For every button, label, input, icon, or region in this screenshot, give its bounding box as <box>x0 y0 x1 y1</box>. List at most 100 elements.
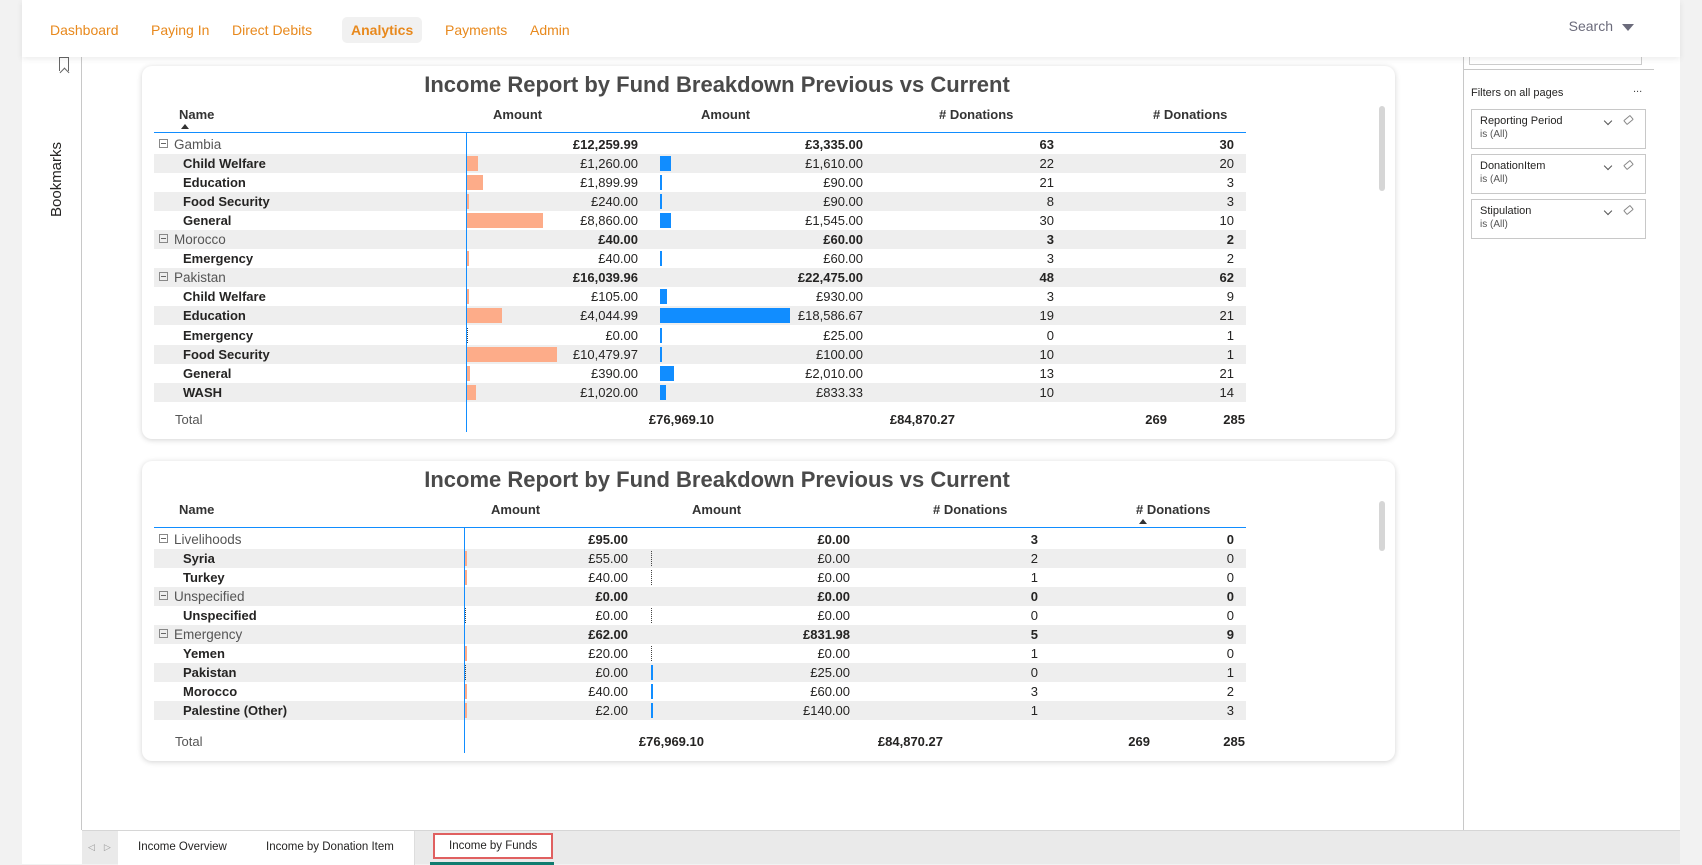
column-header-donations-previous[interactable]: # Donations <box>933 502 1007 517</box>
column-header-donations-current[interactable]: # Donations <box>1136 502 1210 517</box>
table-row[interactable]: Child Welfare £105.00 £930.00 3 9 <box>154 287 1246 307</box>
data-bar-current <box>660 346 662 362</box>
collapse-icon[interactable] <box>159 272 168 282</box>
bookmarks-label[interactable]: Bookmarks <box>48 142 65 217</box>
donations-previous: 3 <box>1046 289 1054 305</box>
filter-search-box[interactable] <box>1469 57 1642 65</box>
nav-dashboard[interactable]: Dashboard <box>41 17 128 43</box>
table-row[interactable]: Education £4,044.99 £18,586.67 19 21 <box>154 306 1246 326</box>
collapse-icon[interactable] <box>159 534 168 543</box>
tab-income-by-donation-item[interactable]: Income by Donation Item <box>246 831 415 865</box>
amount-previous: £8,860.00 <box>580 213 638 229</box>
vertical-scrollbar[interactable] <box>1379 106 1385 191</box>
table-row[interactable]: Unspecified £0.00 £0.00 0 0 <box>154 606 1246 625</box>
group-row[interactable]: Livelihoods £95.00 £0.00 3 0 <box>154 530 1246 549</box>
nav-admin[interactable]: Admin <box>521 17 579 43</box>
more-options-icon[interactable]: ... <box>1633 83 1642 95</box>
bookmark-icon[interactable] <box>59 57 69 71</box>
table-body[interactable]: Livelihoods £95.00 £0.00 3 0 Syria £55.00 £0.00… <box>142 528 1262 728</box>
donations-previous: 1 <box>1030 570 1038 585</box>
row-name: Pakistan <box>174 270 226 286</box>
data-bar-current <box>660 213 671 229</box>
table-row[interactable]: Yemen £20.00 £0.00 1 0 <box>154 644 1246 663</box>
nav-analytics[interactable]: Analytics <box>342 17 423 43</box>
column-header-amount-previous[interactable]: Amount <box>493 107 542 122</box>
column-header-amount-current[interactable]: Amount <box>692 502 741 517</box>
nav-payments[interactable]: Payments <box>436 17 516 43</box>
table-row[interactable]: Syria £55.00 £0.00 2 0 <box>154 549 1246 568</box>
column-header-donations-current[interactable]: # Donations <box>1153 107 1227 122</box>
donations-current: 10 <box>1219 213 1234 229</box>
donations-current: 1 <box>1226 665 1234 680</box>
donations-current: 3 <box>1226 703 1234 718</box>
nav-paying-in[interactable]: Paying In <box>142 17 218 43</box>
donations-current: 30 <box>1219 137 1234 152</box>
column-header-donations-previous[interactable]: # Donations <box>939 107 1013 122</box>
row-name: Morocco <box>183 684 238 699</box>
amount-previous: £0.00 <box>595 589 628 604</box>
table-row[interactable]: Food Security £240.00 £90.00 8 3 <box>154 192 1246 212</box>
column-header-name[interactable]: Name <box>179 502 214 517</box>
filter-card-donation-item[interactable]: DonationItem is (All) <box>1471 154 1646 194</box>
table-row[interactable]: Pakistan £0.00 £25.00 0 1 <box>154 663 1246 682</box>
donations-current: 0 <box>1226 551 1234 566</box>
table-row[interactable]: Morocco £40.00 £60.00 3 2 <box>154 682 1246 701</box>
collapse-icon[interactable] <box>159 234 168 244</box>
collapse-icon[interactable] <box>159 629 168 638</box>
group-row[interactable]: Gambia £12,259.99 £3,335.00 63 30 <box>154 135 1246 154</box>
amount-current: £0.00 <box>817 532 850 547</box>
total-label: Total <box>175 412 203 427</box>
table-row[interactable]: Palestine (Other) £2.00 £140.00 1 3 <box>154 701 1246 720</box>
vertical-scrollbar[interactable] <box>1379 501 1385 551</box>
amount-previous: £40.00 <box>598 251 638 267</box>
amount-previous: £1,260.00 <box>580 156 638 172</box>
column-header-amount-previous[interactable]: Amount <box>491 502 540 517</box>
filters-divider <box>1464 69 1654 70</box>
sort-ascending-icon[interactable] <box>1139 519 1147 524</box>
row-name: Livelihoods <box>174 532 242 547</box>
amount-previous: £1,020.00 <box>580 384 638 400</box>
row-name: Gambia <box>174 137 222 152</box>
column-divider <box>464 528 465 753</box>
collapse-icon[interactable] <box>159 139 168 148</box>
table-body[interactable]: Gambia £12,259.99 £3,335.00 63 30 Child Welfa… <box>142 133 1262 416</box>
filter-card-reporting-period[interactable]: Reporting Period is (All) <box>1471 109 1646 149</box>
donations-previous: 0 <box>1030 589 1038 604</box>
data-bar-current <box>660 156 672 172</box>
collapse-icon[interactable] <box>159 591 168 600</box>
table-row[interactable]: Child Welfare £1,260.00 £1,610.00 22 20 <box>154 154 1246 174</box>
tab-income-overview[interactable]: Income Overview <box>118 831 248 865</box>
table-row[interactable]: Food Security £10,479.97 £100.00 10 1 <box>154 344 1246 364</box>
filter-card-stipulation[interactable]: Stipulation is (All) <box>1471 199 1646 239</box>
table-row[interactable]: WASH £1,020.00 £833.33 10 14 <box>154 382 1246 402</box>
row-name: Education <box>183 308 246 324</box>
group-row[interactable]: Unspecified £0.00 £0.00 0 0 <box>154 587 1246 606</box>
donations-previous: 1 <box>1030 703 1038 718</box>
group-row[interactable]: Emergency £62.00 £831.98 5 9 <box>154 625 1246 644</box>
amount-previous: £4,044.99 <box>580 308 638 324</box>
table-row[interactable]: Emergency £40.00 £60.00 3 2 <box>154 249 1246 269</box>
data-bar-current <box>660 289 667 305</box>
tab-scroll-arrows[interactable]: ◁▷ <box>88 842 120 853</box>
column-divider <box>466 133 467 432</box>
column-header-name[interactable]: Name <box>179 107 214 122</box>
sort-ascending-icon[interactable] <box>181 124 189 129</box>
nav-direct-debits[interactable]: Direct Debits <box>223 17 321 43</box>
table-row[interactable]: Emergency £0.00 £25.00 0 1 <box>154 325 1246 345</box>
table-row[interactable]: General £390.00 £2,010.00 13 21 <box>154 363 1246 383</box>
group-row[interactable]: Morocco £40.00 £60.00 3 2 <box>154 230 1246 250</box>
amount-previous: £95.00 <box>588 532 628 547</box>
bar-axis <box>465 608 466 623</box>
donations-current: 0 <box>1226 608 1234 623</box>
table-row[interactable]: Turkey £40.00 £0.00 1 0 <box>154 568 1246 587</box>
total-donations-previous: 269 <box>1128 734 1150 749</box>
tab-income-by-funds[interactable]: Income by Funds <box>433 833 554 859</box>
search-dropdown[interactable]: Search <box>1569 18 1634 34</box>
column-header-amount-current[interactable]: Amount <box>701 107 750 122</box>
amount-current: £833.33 <box>816 384 863 400</box>
group-row[interactable]: Pakistan £16,039.96 £22,475.00 48 62 <box>154 268 1246 288</box>
table-row[interactable]: General £8,860.00 £1,545.00 30 10 <box>154 211 1246 231</box>
table-row[interactable]: Education £1,899.99 £90.00 21 3 <box>154 173 1246 193</box>
search-label: Search <box>1568 18 1613 34</box>
income-report-table-2: Income Report by Fund Breakdown Previous… <box>142 461 1395 761</box>
